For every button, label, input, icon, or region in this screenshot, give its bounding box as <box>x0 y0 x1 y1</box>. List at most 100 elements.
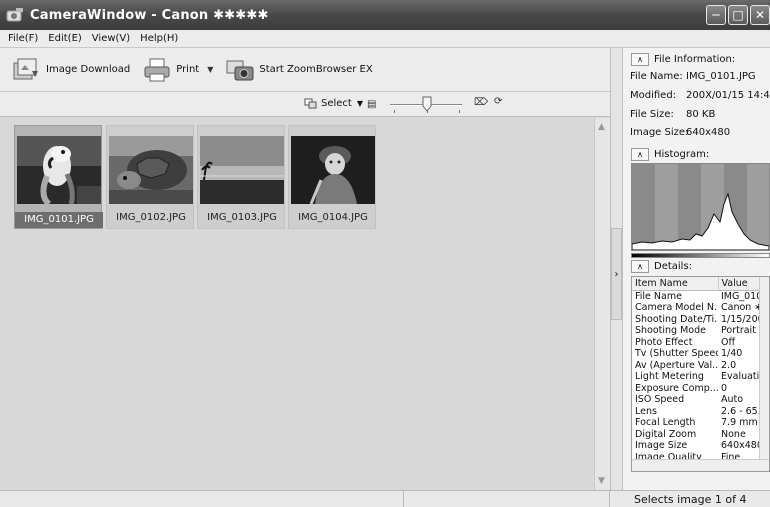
detail-item: Shooting Date/Ti... <box>635 313 718 325</box>
select-icon <box>304 98 317 109</box>
child-photo <box>291 136 375 204</box>
thumbnail-item[interactable]: IMG_0104.JPG <box>288 125 376 229</box>
collapse-up-icon[interactable]: ∧ <box>631 260 649 273</box>
table-row[interactable]: Image Size 640x480 <box>632 440 759 452</box>
thumbnail-item[interactable]: IMG_0102.JPG <box>106 125 194 229</box>
detail-value: Canon ∗ <box>721 302 759 313</box>
print-button[interactable]: Print ▼ <box>142 57 213 83</box>
minimize-button[interactable]: ─ <box>706 5 726 25</box>
thumbnail-scrollbar[interactable]: ▲ ▼ <box>594 118 610 490</box>
details-vertical-scrollbar[interactable] <box>759 277 769 461</box>
table-row[interactable]: Exposure Comp... 0 <box>632 383 759 395</box>
detail-item: Tv (Shutter Speed) <box>635 348 718 359</box>
column-header[interactable]: Item Name <box>632 277 719 291</box>
collapse-up-icon[interactable]: ∧ <box>631 53 649 66</box>
table-row[interactable]: Lens 2.6 - 65.( <box>632 406 759 418</box>
menu-view[interactable]: View(V) <box>87 33 135 44</box>
maximize-button[interactable]: □ <box>728 5 748 25</box>
slider-handle[interactable] <box>422 96 432 112</box>
thumbnail-filename: IMG_0103.JPG <box>207 212 277 223</box>
detail-value: 640x480 <box>721 440 759 451</box>
detail-value: Evaluativ <box>721 371 759 382</box>
info-label: Modified: <box>630 90 677 101</box>
chevron-right-icon: › <box>614 268 619 280</box>
table-row[interactable]: File Name IMG_010 <box>632 290 759 302</box>
info-value: 200X/01/15 14:49:2 <box>686 90 770 101</box>
scroll-down-icon[interactable]: ▼ <box>598 476 605 486</box>
thumbnail-item[interactable]: IMG_0101.JPG <box>14 125 103 229</box>
panel-splitter[interactable]: › <box>610 48 623 490</box>
select-button[interactable]: Select ▼ <box>304 98 363 109</box>
menu-file[interactable]: File(F) <box>3 33 43 44</box>
info-value: 80 KB <box>686 109 716 120</box>
detail-item: File Name <box>635 290 682 302</box>
start-zoombrowser-label: Start ZoomBrowser EX <box>259 64 373 75</box>
column-header[interactable]: Value <box>718 277 760 291</box>
detail-value: Portrait <box>721 325 756 336</box>
collapse-up-icon[interactable]: ∧ <box>631 148 649 161</box>
details-table[interactable]: Item Name Value File Name IMG_010 Camera … <box>631 276 770 472</box>
collapse-panel-button[interactable]: › <box>611 228 622 320</box>
detail-item: ISO Speed <box>635 394 685 405</box>
histogram-chart <box>631 163 770 251</box>
thumbnail-area[interactable]: IMG_0101.JPG IMG_0102.JPG IMG_0103.JPG I… <box>0 118 594 490</box>
histogram-gradient-bar <box>631 253 770 258</box>
menu-edit[interactable]: Edit(E) <box>43 33 87 44</box>
menu-help[interactable]: Help(H) <box>135 33 183 44</box>
table-row[interactable]: Photo Effect Off <box>632 337 759 349</box>
scroll-up-icon[interactable]: ▲ <box>598 122 605 132</box>
detail-item: Digital Zoom <box>635 428 697 440</box>
detail-value: 1/15/200 <box>721 313 759 325</box>
thumbnail-item[interactable]: IMG_0103.JPG <box>197 125 285 229</box>
file-info-heading: File Information: <box>654 54 736 65</box>
detail-value: 2.6 - 65.( <box>721 405 759 417</box>
image-download-button[interactable]: Image Download <box>12 57 130 83</box>
detail-item: Photo Effect <box>635 336 693 348</box>
detail-item: Image Size <box>635 440 688 451</box>
select-dropdown-icon: ▼ <box>356 99 364 108</box>
table-row[interactable]: Digital Zoom None <box>632 429 759 441</box>
title-bar[interactable]: CameraWindow - Canon ✱✱✱✱✱ ─ □ ✕ <box>0 0 770 30</box>
image-download-label: Image Download <box>46 64 131 75</box>
main-toolbar: Image Download Print ▼ Start ZoomBrowser… <box>0 48 610 92</box>
table-row[interactable]: Shooting Date/Ti...1/15/200 <box>632 314 759 326</box>
table-row[interactable]: Av (Aperture Val... 2.0 <box>632 360 759 372</box>
info-modified: Modified: 200X/01/15 14:49:2 <box>630 90 770 101</box>
thumbnail-small-icon[interactable]: ▤ <box>367 99 376 110</box>
detail-item: Focal Length <box>635 417 696 428</box>
histogram-heading: Histogram: <box>654 149 710 160</box>
tortoise-photo <box>109 136 193 204</box>
table-row[interactable]: Focal Length 7.9 mm <box>632 417 759 429</box>
info-file-name: File Name: IMG_0101.JPG <box>630 71 756 82</box>
slider-tick <box>459 110 460 113</box>
start-zoombrowser-button[interactable]: Start ZoomBrowser EX <box>225 57 373 83</box>
detail-item: Camera Model N... <box>635 302 718 313</box>
detail-value: 1/40 <box>721 348 743 359</box>
table-row[interactable]: Camera Model N... Canon ∗ <box>632 302 759 314</box>
table-row[interactable]: Tv (Shutter Speed) 1/40 <box>632 348 759 360</box>
details-header: ∧ Details: <box>631 260 692 273</box>
rotate-icon[interactable]: ⟳ <box>494 96 502 107</box>
info-label: File Size: <box>630 109 674 120</box>
table-row[interactable]: ISO Speed Auto <box>632 394 759 406</box>
info-label: File Name: <box>630 71 683 82</box>
details-heading: Details: <box>654 261 693 272</box>
menu-bar: File(F) Edit(E) View(V) Help(H) <box>0 30 770 48</box>
status-bar: Selects image 1 of 4 <box>0 490 770 507</box>
detail-value: 2.0 <box>721 359 737 371</box>
detail-item: Shooting Mode <box>635 325 706 336</box>
close-button[interactable]: ✕ <box>750 5 770 25</box>
camerawindow-logo-icon <box>6 8 23 22</box>
fit-view-icon[interactable]: ⌦ <box>474 97 488 108</box>
details-horizontal-scrollbar[interactable] <box>632 459 769 471</box>
slider-tick <box>394 110 395 113</box>
thumbnail-filename: IMG_0102.JPG <box>116 212 186 223</box>
print-label: Print <box>176 64 200 75</box>
table-row[interactable]: Light Metering Evaluativ <box>632 371 759 383</box>
detail-item: Av (Aperture Val... <box>635 359 718 371</box>
thumbnail-filename: IMG_0104.JPG <box>298 212 368 223</box>
print-dropdown-icon[interactable]: ▼ <box>207 65 213 74</box>
table-row[interactable]: Shooting Mode Portrait <box>632 325 759 337</box>
histogram-graphic <box>631 164 770 251</box>
info-value: IMG_0101.JPG <box>686 71 756 82</box>
